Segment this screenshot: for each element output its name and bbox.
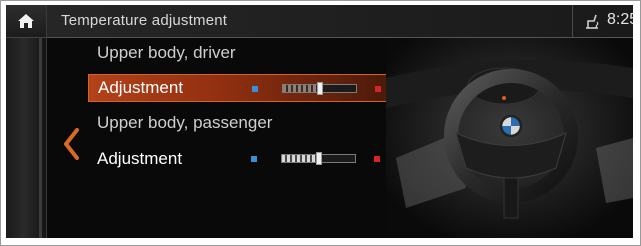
slider-thumb[interactable]	[316, 152, 322, 165]
slider-track	[282, 82, 357, 95]
heading-label: Upper body, passenger	[97, 113, 273, 132]
clock: 8:25	[607, 11, 633, 28]
screenshot-frame: Temperature adjustment 8:25 Upper body, …	[0, 0, 641, 246]
cold-indicator	[251, 156, 257, 162]
menu-heading-passenger: Upper body, passenger	[88, 109, 393, 137]
rail-divider	[39, 37, 42, 238]
slider-thumb[interactable]	[317, 82, 323, 95]
cold-indicator	[252, 86, 258, 92]
passenger-temperature-slider[interactable]	[248, 145, 388, 173]
passenger-adjustment-row[interactable]: Adjustment	[88, 145, 393, 173]
slider-track	[281, 152, 356, 165]
menu-heading-driver: Upper body, driver	[88, 39, 393, 67]
adjustment-label: Adjustment	[98, 78, 184, 97]
header-bar: Temperature adjustment 8:25	[47, 5, 633, 38]
hot-indicator	[374, 156, 380, 162]
steering-wheel-illustration	[386, 38, 633, 238]
chevron-left-icon	[64, 128, 79, 160]
hot-indicator	[375, 86, 381, 92]
heading-label: Upper body, driver	[97, 43, 236, 62]
home-button[interactable]	[6, 5, 46, 38]
adjustment-label: Adjustment	[97, 149, 183, 168]
driver-adjustment-row[interactable]: Adjustment	[88, 74, 393, 102]
header-divider	[572, 5, 573, 37]
page-title: Temperature adjustment	[61, 12, 228, 29]
idrive-screen: Temperature adjustment 8:25 Upper body, …	[6, 5, 633, 238]
left-rail	[6, 5, 47, 238]
slider-fill	[283, 85, 320, 92]
back-button[interactable]	[60, 127, 82, 161]
home-icon	[18, 14, 34, 28]
slider-fill	[282, 155, 319, 162]
seat-heating-icon	[586, 14, 599, 29]
driver-temperature-slider[interactable]	[249, 75, 389, 103]
